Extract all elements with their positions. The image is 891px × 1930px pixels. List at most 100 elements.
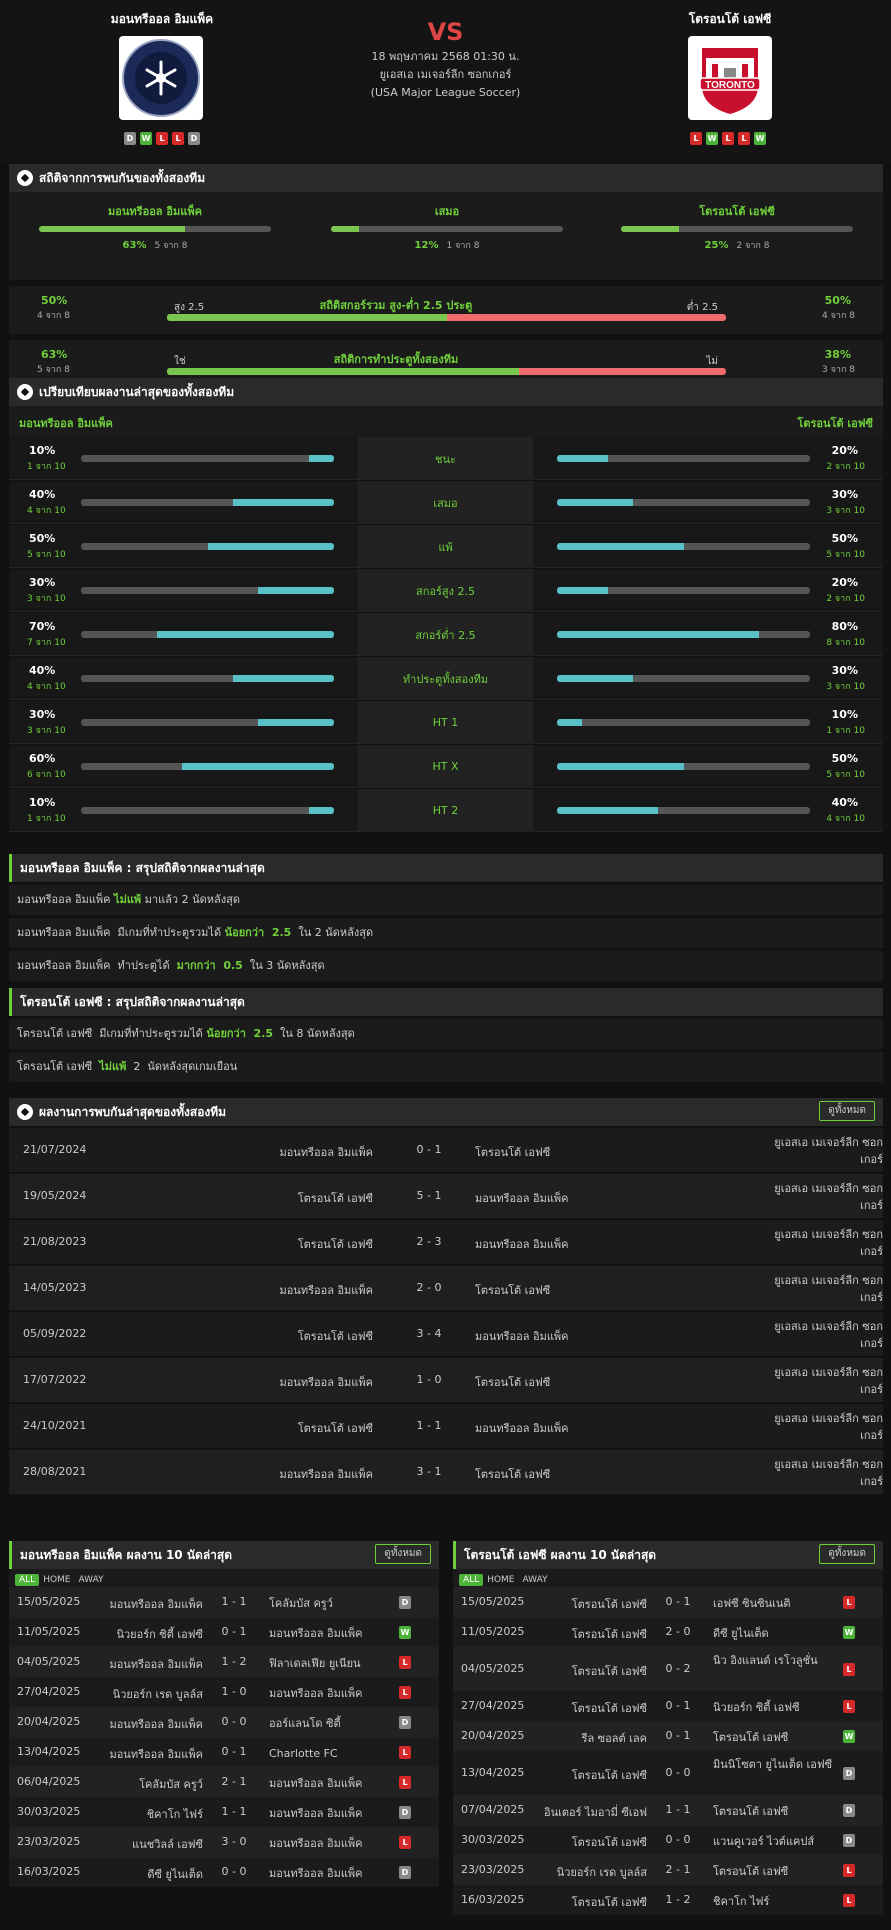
home-team[interactable]: นิวยอร์ก เรด บูลล์ส [113, 1685, 203, 1703]
league-name[interactable]: ยูเอสเอ เมเจอร์ลีก ซอกเกอร์ [753, 1364, 883, 1398]
away-team[interactable]: ชิคาโก ไฟร์ [713, 1893, 843, 1910]
h2h-result-row[interactable]: 19/05/2024 โตรอนโต้ เอฟซี 5 - 1 มอนทรีออล อ… [9, 1172, 883, 1218]
away-team[interactable]: มอนทรีออล อิมแพ็ค [269, 1865, 399, 1882]
away-team[interactable]: มอนทรีออล อิมแพ็ค [475, 1189, 569, 1207]
result-row[interactable]: 16/03/2025 ดีซี ยูไนเต็ด 0 - 0 มอนทรีออล อิ… [9, 1857, 439, 1887]
result-row[interactable]: 15/05/2025 โตรอนโต้ เอฟซี 0 - 1 เอฟซี ซินซิ… [453, 1587, 883, 1617]
away-team[interactable]: แวนคูเวอร์ ไวต์แคปส์ [713, 1833, 843, 1850]
result-row[interactable]: 07/04/2025 อินเตอร์ ไมอามี่ ซีเอฟ 1 - 1 โตร… [453, 1795, 883, 1825]
away-team-name[interactable]: โตรอนโต้ เอฟซี [640, 10, 820, 29]
home-team[interactable]: มอนทรีออล อิมแพ็ค [109, 1595, 203, 1613]
home-team[interactable]: โตรอนโต้ เอฟซี [572, 1662, 647, 1680]
home-team[interactable]: มอนทรีออล อิมแพ็ค [109, 1715, 203, 1733]
result-row[interactable]: 23/03/2025 นิวยอร์ก เรด บูลล์ส 2 - 1 โตรอนโ… [453, 1855, 883, 1885]
home-team[interactable]: โตรอนโต้ เอฟซี [572, 1766, 647, 1784]
result-row[interactable]: 04/05/2025 มอนทรีออล อิมแพ็ค 1 - 2 ฟิลาเดลเ… [9, 1647, 439, 1677]
home-team[interactable]: นิวยอร์ก เรด บูลล์ส [557, 1863, 647, 1881]
away-team[interactable]: มอนทรีออล อิมแพ็ค [475, 1235, 569, 1253]
montreal-impact-crest-icon[interactable] [119, 36, 203, 120]
home-team[interactable]: ดีซี ยูไนเต็ด [147, 1865, 203, 1883]
result-row[interactable]: 04/05/2025 โตรอนโต้ เอฟซี 0 - 2 นิว อิงแลนด… [453, 1647, 883, 1691]
home-team[interactable]: มอนทรีออล อิมแพ็ค [279, 1373, 373, 1391]
league-name[interactable]: ยูเอสเอ เมเจอร์ลีก ซอกเกอร์ [753, 1410, 883, 1444]
away-team[interactable]: โตรอนโต้ เอฟซี [475, 1373, 550, 1391]
away-team[interactable]: มินนิโซตา ยูไนเต็ด เอฟซี [713, 1756, 843, 1773]
home-team[interactable]: รีล ซอลต์ เลค [582, 1729, 647, 1747]
see-all-button[interactable]: ดูทั้งหมด [375, 1544, 431, 1564]
home-team[interactable]: มอนทรีออล อิมแพ็ค [109, 1655, 203, 1673]
home-team[interactable]: โตรอนโต้ เอฟซี [298, 1189, 373, 1207]
tab-home[interactable]: HOME [39, 1574, 74, 1586]
home-team[interactable]: โตรอนโต้ เอฟซี [572, 1625, 647, 1643]
result-row[interactable]: 11/05/2025 นิวยอร์ก ซิตี้ เอฟซี 0 - 1 มอนทร… [9, 1617, 439, 1647]
h2h-result-row[interactable]: 21/08/2023 โตรอนโต้ เอฟซี 2 - 3 มอนทรีออล อ… [9, 1218, 883, 1264]
away-team[interactable]: โตรอนโต้ เอฟซี [475, 1465, 550, 1483]
league-name[interactable]: ยูเอสเอ เมเจอร์ลีก ซอกเกอร์ [753, 1272, 883, 1306]
result-row[interactable]: 15/05/2025 มอนทรีออล อิมแพ็ค 1 - 1 โคลัมบัส… [9, 1587, 439, 1617]
away-team[interactable]: มอนทรีออล อิมแพ็ค [475, 1419, 569, 1437]
toronto-fc-crest-icon[interactable]: TORONTO [688, 36, 772, 120]
h2h-result-row[interactable]: 05/09/2022 โตรอนโต้ เอฟซี 3 - 4 มอนทรีออล อ… [9, 1310, 883, 1356]
result-row[interactable]: 11/05/2025 โตรอนโต้ เอฟซี 2 - 0 ดีซี ยูไนเต… [453, 1617, 883, 1647]
home-team[interactable]: โตรอนโต้ เอฟซี [572, 1833, 647, 1851]
h2h-result-row[interactable]: 17/07/2022 มอนทรีออล อิมแพ็ค 1 - 0 โตรอนโต้… [9, 1356, 883, 1402]
see-all-button[interactable]: ดูทั้งหมด [819, 1101, 875, 1121]
h2h-result-row[interactable]: 28/08/2021 มอนทรีออล อิมแพ็ค 3 - 1 โตรอนโต้… [9, 1448, 883, 1494]
result-row[interactable]: 16/03/2025 โตรอนโต้ เอฟซี 1 - 2 ชิคาโก ไฟร์… [453, 1885, 883, 1915]
league-name[interactable]: ยูเอสเอ เมเจอร์ลีก ซอกเกอร์ [753, 1180, 883, 1214]
tab-away[interactable]: AWAY [519, 1574, 552, 1586]
home-team[interactable]: มอนทรีออล อิมแพ็ค [109, 1745, 203, 1763]
away-team[interactable]: เอฟซี ซินซินเนติ [713, 1595, 843, 1612]
away-team[interactable]: โตรอนโต้ เอฟซี [713, 1729, 843, 1746]
away-team[interactable]: มอนทรีออล อิมแพ็ค [269, 1625, 399, 1642]
away-team[interactable]: Charlotte FC [269, 1745, 399, 1762]
home-team[interactable]: นิวยอร์ก ซิตี้ เอฟซี [116, 1625, 203, 1643]
away-team[interactable]: โตรอนโต้ เอฟซี [713, 1803, 843, 1820]
home-team[interactable]: โตรอนโต้ เอฟซี [572, 1699, 647, 1717]
tab-all[interactable]: ALL [15, 1574, 40, 1586]
see-all-button[interactable]: ดูทั้งหมด [819, 1544, 875, 1564]
tab-home[interactable]: HOME [483, 1574, 518, 1586]
league-name[interactable]: ยูเอสเอ เมเจอร์ลีก ซอกเกอร์ [753, 1226, 883, 1260]
away-team[interactable]: มอนทรีออล อิมแพ็ค [269, 1835, 399, 1852]
away-team[interactable]: มอนทรีออล อิมแพ็ค [269, 1685, 399, 1702]
home-team[interactable]: มอนทรีออล อิมแพ็ค [279, 1281, 373, 1299]
league-name[interactable]: ยูเอสเอ เมเจอร์ลีก ซอกเกอร์ [753, 1456, 883, 1490]
league-name[interactable]: ยูเอสเอ เมเจอร์ลีก ซอกเกอร์ [753, 1134, 883, 1168]
home-team[interactable]: แนชวิลล์ เอฟซี [132, 1835, 203, 1853]
away-team[interactable]: โตรอนโต้ เอฟซี [475, 1281, 550, 1299]
away-team[interactable]: มอนทรีออล อิมแพ็ค [269, 1775, 399, 1792]
tab-all[interactable]: ALL [459, 1574, 484, 1586]
away-team[interactable]: นิว อิงแลนด์ เรโวลูชั่น [713, 1652, 843, 1669]
away-team[interactable]: โคลัมบัส ครูว์ [269, 1595, 399, 1612]
away-team[interactable]: ฟิลาเดลเฟีย ยูเนียน [269, 1655, 399, 1672]
away-team[interactable]: โตรอนโต้ เอฟซี [713, 1863, 843, 1880]
result-row[interactable]: 13/04/2025 โตรอนโต้ เอฟซี 0 - 0 มินนิโซตา ย… [453, 1751, 883, 1795]
away-team[interactable]: มอนทรีออล อิมแพ็ค [475, 1327, 569, 1345]
result-row[interactable]: 20/04/2025 มอนทรีออล อิมแพ็ค 0 - 0 ออร์แลนโ… [9, 1707, 439, 1737]
home-team[interactable]: ชิคาโก ไฟร์ [147, 1805, 203, 1823]
result-row[interactable]: 30/03/2025 โตรอนโต้ เอฟซี 0 - 0 แวนคูเวอร์ … [453, 1825, 883, 1855]
home-team[interactable]: โตรอนโต้ เอฟซี [298, 1419, 373, 1437]
home-team[interactable]: โคลัมบัส ครูว์ [139, 1775, 203, 1793]
h2h-result-row[interactable]: 21/07/2024 มอนทรีออล อิมแพ็ค 0 - 1 โตรอนโต้… [9, 1126, 883, 1172]
h2h-result-row[interactable]: 14/05/2023 มอนทรีออล อิมแพ็ค 2 - 0 โตรอนโต้… [9, 1264, 883, 1310]
away-team[interactable]: โตรอนโต้ เอฟซี [475, 1143, 550, 1161]
tab-away[interactable]: AWAY [75, 1574, 108, 1586]
away-team[interactable]: ออร์แลนโด ซิตี้ [269, 1715, 399, 1732]
result-row[interactable]: 20/04/2025 รีล ซอลต์ เลค 0 - 1 โตรอนโต้ เอฟ… [453, 1721, 883, 1751]
result-row[interactable]: 13/04/2025 มอนทรีออล อิมแพ็ค 0 - 1 Charlott… [9, 1737, 439, 1767]
home-team[interactable]: โตรอนโต้ เอฟซี [572, 1595, 647, 1613]
result-row[interactable]: 27/04/2025 นิวยอร์ก เรด บูลล์ส 1 - 0 มอนทรี… [9, 1677, 439, 1707]
away-team[interactable]: มอนทรีออล อิมแพ็ค [269, 1805, 399, 1822]
result-row[interactable]: 27/04/2025 โตรอนโต้ เอฟซี 0 - 1 นิวยอร์ก ซิ… [453, 1691, 883, 1721]
result-row[interactable]: 23/03/2025 แนชวิลล์ เอฟซี 3 - 0 มอนทรีออล อ… [9, 1827, 439, 1857]
home-team[interactable]: มอนทรีออล อิมแพ็ค [279, 1143, 373, 1161]
home-team[interactable]: อินเตอร์ ไมอามี่ ซีเอฟ [544, 1803, 647, 1821]
h2h-result-row[interactable]: 24/10/2021 โตรอนโต้ เอฟซี 1 - 1 มอนทรีออล อ… [9, 1402, 883, 1448]
home-team[interactable]: โตรอนโต้ เอฟซี [572, 1893, 647, 1911]
home-team[interactable]: มอนทรีออล อิมแพ็ค [279, 1465, 373, 1483]
away-team[interactable]: นิวยอร์ก ซิตี้ เอฟซี [713, 1699, 843, 1716]
result-row[interactable]: 06/04/2025 โคลัมบัส ครูว์ 2 - 1 มอนทรีออล อ… [9, 1767, 439, 1797]
home-team[interactable]: โตรอนโต้ เอฟซี [298, 1235, 373, 1253]
